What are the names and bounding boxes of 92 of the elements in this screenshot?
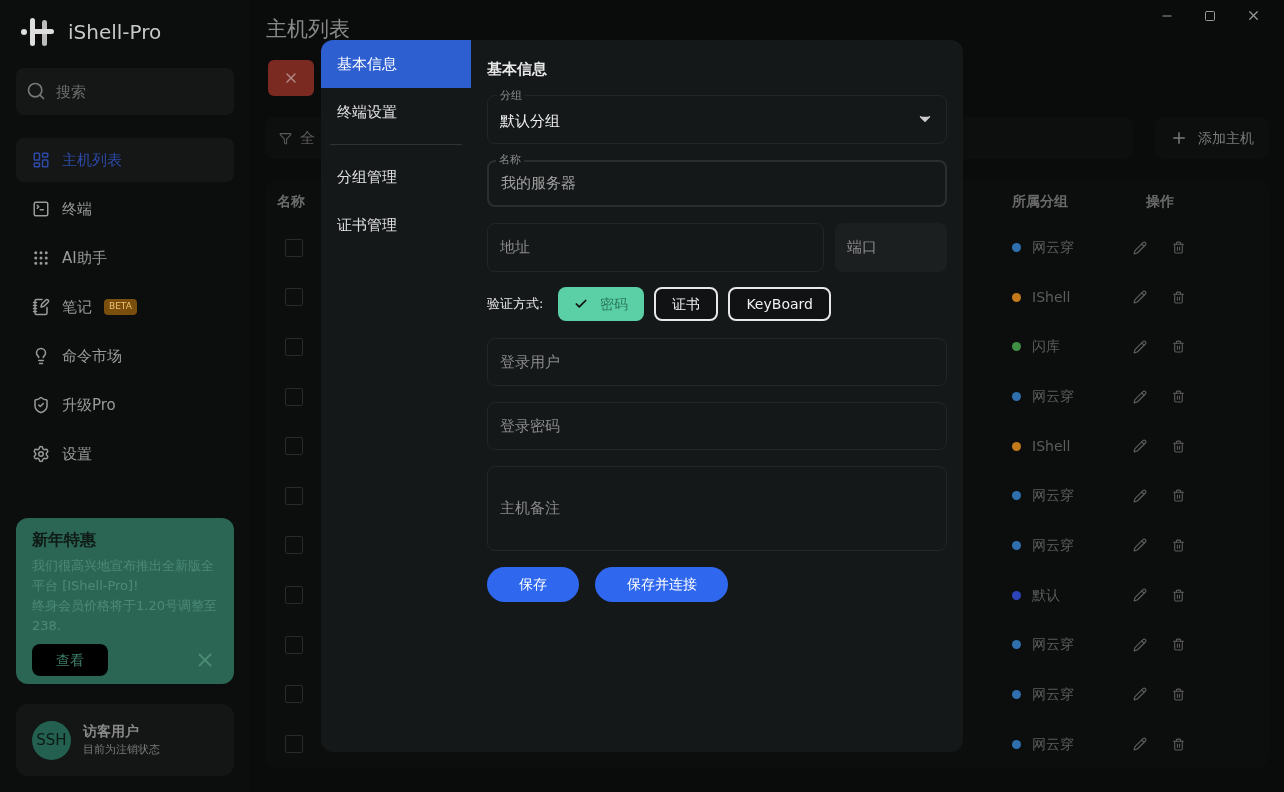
user-status: 目前为注销状态 [83, 742, 160, 759]
logo-icon [20, 16, 56, 48]
table-cell-text: IShell [1032, 436, 1072, 456]
delete-icon[interactable] [1172, 241, 1185, 255]
row-checkbox[interactable] [285, 635, 303, 654]
delete-icon[interactable] [1172, 390, 1185, 403]
column-header: 操作 [1146, 192, 1174, 212]
table-cell-text: 闪库 [1032, 337, 1061, 357]
table-cell-text: 网云穿 [1032, 635, 1075, 655]
notes-field[interactable]: 主机备注 [487, 465, 947, 551]
user-name: 访客用户 [83, 722, 140, 742]
search-icon [26, 81, 46, 101]
column-header: 名称 [277, 192, 306, 212]
filter-icon [279, 131, 292, 145]
row-checkbox[interactable] [285, 288, 303, 307]
column-header: 所属分组 [1012, 192, 1069, 212]
password-field[interactable]: 登录密码 [487, 401, 947, 450]
row-checkbox[interactable] [285, 238, 303, 257]
page-title: 主机列表 [266, 15, 350, 43]
table-cell-text: IShell [1032, 287, 1072, 307]
delete-icon[interactable] [1172, 687, 1185, 701]
check-icon [574, 297, 589, 311]
beta-badge: BETA [104, 299, 137, 315]
view-button[interactable]: 查看 [32, 644, 108, 676]
delete-icon[interactable] [1172, 290, 1185, 304]
row-checkbox[interactable] [285, 337, 303, 356]
delete-icon[interactable] [1172, 340, 1185, 354]
ai-icon [32, 249, 50, 267]
row-checkbox[interactable] [285, 685, 303, 704]
edit-icon[interactable] [1133, 588, 1147, 603]
username-field[interactable]: 登录用户 [487, 337, 947, 386]
promo-title: 新年特惠 [32, 529, 97, 551]
plus-icon [1170, 129, 1188, 147]
dialog-heading: 基本信息 [487, 59, 548, 80]
edit-icon[interactable] [1133, 687, 1147, 702]
row-checkbox[interactable] [285, 387, 303, 406]
address-field[interactable]: 地址 [487, 222, 824, 272]
table-cell-text: 网云穿 [1032, 734, 1075, 754]
nav-item[interactable]: 设置 [16, 432, 234, 476]
edit-icon[interactable] [1133, 389, 1147, 404]
terminal-icon [32, 200, 50, 218]
auth-label: 验证方式: [487, 295, 544, 314]
nav-item[interactable]: 终端 [16, 187, 234, 231]
delete-icon[interactable] [1172, 489, 1185, 503]
delete-icon[interactable] [1172, 737, 1185, 751]
pro-icon [32, 396, 50, 414]
delete-icon[interactable] [1172, 539, 1185, 552]
edit-icon[interactable] [1133, 488, 1147, 503]
nav-item[interactable]: 升级Pro [16, 383, 234, 427]
table-cell-text: 网云穿 [1032, 486, 1075, 506]
row-checkbox[interactable] [285, 437, 303, 456]
app-name: iShell-Pro [68, 19, 162, 46]
port-field[interactable]: 端口 [835, 222, 947, 272]
table-cell-text: 网云穿 [1032, 387, 1075, 406]
edit-icon[interactable] [1133, 637, 1147, 652]
edit-icon[interactable] [1133, 240, 1147, 255]
save-button[interactable]: 保存 [487, 566, 579, 602]
delete-icon[interactable] [1172, 638, 1185, 652]
delete-icon[interactable] [1172, 588, 1185, 602]
search-field[interactable]: 搜索 [16, 68, 234, 115]
auth-option[interactable]: KeyBoard [728, 287, 831, 321]
delete-button[interactable] [268, 60, 314, 96]
table-cell-text: 网云穿 [1032, 536, 1075, 555]
nav-item[interactable]: 命令市场 [16, 334, 234, 378]
dialog-tab[interactable]: 分组管理 [321, 153, 471, 201]
close-icon[interactable] [1246, 8, 1261, 23]
dialog-tab[interactable]: 证书管理 [321, 201, 471, 249]
edit-icon[interactable] [1133, 290, 1147, 305]
edit-icon[interactable] [1133, 439, 1147, 454]
nav-item[interactable]: AI助手 [16, 236, 234, 280]
row-checkbox[interactable] [285, 536, 303, 555]
table-cell-text: 网云穿 [1032, 684, 1075, 704]
nav-item[interactable]: 笔记 BETA [16, 285, 234, 329]
table-cell-text: 默认 [1032, 585, 1061, 605]
notes-icon [32, 298, 50, 316]
row-checkbox[interactable] [285, 735, 303, 754]
hosts-icon [32, 151, 50, 169]
row-checkbox[interactable] [285, 586, 303, 605]
table-cell-text: 网云穿 [1032, 238, 1075, 258]
delete-icon[interactable] [1172, 439, 1185, 453]
settings-icon [32, 445, 50, 463]
edit-icon[interactable] [1133, 339, 1147, 354]
edit-icon[interactable] [1133, 538, 1147, 553]
save-connect-button[interactable]: 保存并连接 [595, 566, 728, 602]
user-avatar: SSH [32, 720, 71, 760]
field-label: 名称 [496, 151, 524, 168]
row-checkbox[interactable] [285, 486, 303, 505]
auth-option[interactable]: 证书 [654, 287, 719, 321]
dialog-tab[interactable]: 基本信息 [321, 40, 471, 88]
dialog-tab[interactable]: 终端设置 [321, 88, 471, 136]
maximize-icon[interactable] [1204, 9, 1216, 22]
edit-icon[interactable] [1133, 737, 1147, 752]
